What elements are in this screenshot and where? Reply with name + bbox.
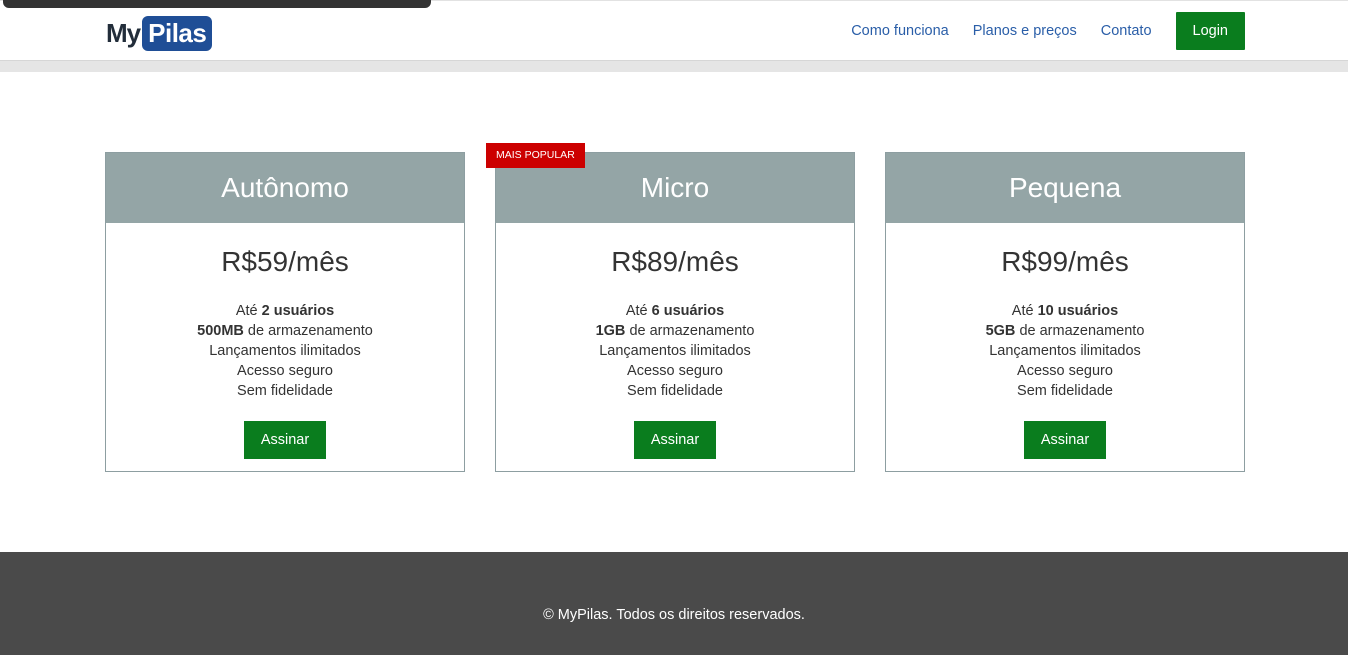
most-popular-badge: MAIS POPULAR — [486, 143, 585, 168]
site-footer: © MyPilas. Todos os direitos reservados. — [0, 552, 1348, 655]
feature-storage: 1GB de armazenamento — [595, 323, 755, 339]
plan-features: Até 2 usuários 500MB de armazenamento La… — [106, 301, 464, 401]
copyright-text: © MyPilas. Todos os direitos reservados. — [543, 607, 805, 623]
plan-card-pequena: Pequena R$99/mês Até 10 usuários 5GB de … — [885, 152, 1245, 472]
feature-secure-access: Acesso seguro — [1017, 363, 1113, 379]
feature-no-commitment: Sem fidelidade — [627, 383, 723, 399]
feature-users: Até 2 usuários — [235, 303, 335, 319]
feature-users: Até 10 usuários — [1011, 303, 1119, 319]
plan-price: R$89/mês — [611, 246, 739, 277]
feature-launches: Lançamentos ilimitados — [599, 343, 751, 359]
mypilas-logo[interactable]: My Pilas — [106, 16, 213, 51]
plan-card-micro: Micro R$89/mês Até 6 usuários 1GB de arm… — [495, 152, 855, 472]
browser-overlay-bar — [3, 0, 431, 8]
plan-title: Autônomo — [106, 153, 464, 223]
feature-launches: Lançamentos ilimitados — [209, 343, 361, 359]
main-nav: Como funciona Planos e preços Contato Lo… — [827, 12, 1245, 50]
plan-features: Até 10 usuários 5GB de armazenamento Lan… — [886, 301, 1244, 401]
header-divider-strip — [0, 61, 1348, 72]
plan-card-autonomo: Autônomo R$59/mês Até 2 usuários 500MB d… — [105, 152, 465, 472]
subscribe-button[interactable]: Assinar — [1023, 421, 1107, 459]
feature-secure-access: Acesso seguro — [627, 363, 723, 379]
login-button[interactable]: Login — [1175, 12, 1245, 50]
plan-price: R$59/mês — [221, 246, 349, 277]
subscribe-button[interactable]: Assinar — [633, 421, 717, 459]
nav-link-como-funciona[interactable]: Como funciona — [851, 23, 949, 39]
feature-users: Até 6 usuários — [625, 303, 725, 319]
feature-launches: Lançamentos ilimitados — [989, 343, 1141, 359]
feature-no-commitment: Sem fidelidade — [237, 383, 333, 399]
plan-title: Pequena — [886, 153, 1244, 223]
logo-my-text: My — [106, 18, 141, 48]
feature-storage: 5GB de armazenamento — [985, 323, 1145, 339]
plan-features: Até 6 usuários 1GB de armazenamento Lanç… — [496, 301, 854, 401]
pricing-plans: Autônomo R$59/mês Até 2 usuários 500MB d… — [105, 143, 1245, 472]
feature-storage: 500MB de armazenamento — [197, 323, 373, 339]
plan-price: R$99/mês — [1001, 246, 1129, 277]
logo-pilas-text: Pilas — [142, 16, 213, 51]
feature-no-commitment: Sem fidelidade — [1017, 383, 1113, 399]
nav-link-planos-e-precos[interactable]: Planos e preços — [973, 23, 1077, 39]
nav-link-contato[interactable]: Contato — [1101, 23, 1152, 39]
subscribe-button[interactable]: Assinar — [243, 421, 327, 459]
feature-secure-access: Acesso seguro — [237, 363, 333, 379]
site-header: My Pilas Como funciona Planos e preços C… — [0, 0, 1348, 61]
